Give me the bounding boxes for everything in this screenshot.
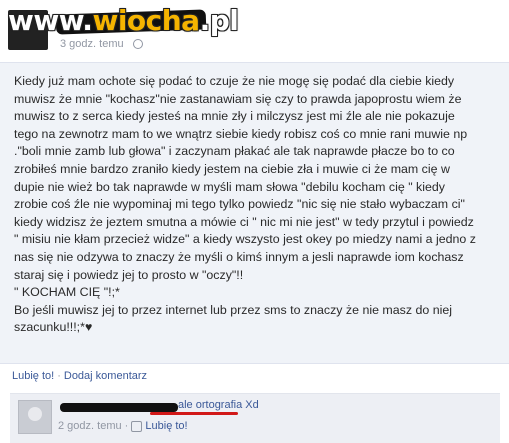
add-comment-link[interactable]: Dodaj komentarz	[64, 370, 147, 382]
comment-avatar[interactable]	[18, 400, 52, 434]
site-watermark: www.wiocha.pl	[8, 4, 239, 37]
watermark-prefix: www.	[8, 4, 93, 37]
watermark-accent: wiocha	[92, 4, 200, 37]
comment-meta: 2 godz. temu · Lubię to!	[58, 420, 188, 432]
redacted-commenter-name	[60, 403, 178, 412]
comment-timestamp[interactable]: 2 godz. temu	[58, 420, 122, 432]
highlight-underline	[150, 412, 238, 415]
like-link[interactable]: Lubię to!	[12, 370, 54, 382]
post-meta: 3 godz. temu	[60, 38, 143, 50]
gear-icon[interactable]	[132, 39, 143, 50]
post-actions: Lubię to! · Dodaj komentarz	[12, 370, 147, 382]
comment-separator: ·	[124, 420, 129, 432]
comment-text: ale ortografia Xd	[178, 399, 259, 411]
post-body: Kiedy już mam ochote się podać to czuje …	[0, 62, 509, 364]
comment-like-link[interactable]: Lubię to!	[145, 420, 187, 432]
post-text: Kiedy już mam ochote się podać to czuje …	[14, 74, 476, 335]
comment: ale ortografia Xd 2 godz. temu · Lubię t…	[10, 393, 500, 443]
thumb-icon	[131, 420, 143, 432]
actions-separator: ·	[57, 370, 61, 382]
watermark-suffix: .pl	[199, 4, 239, 37]
post-timestamp[interactable]: 3 godz. temu	[60, 38, 124, 50]
